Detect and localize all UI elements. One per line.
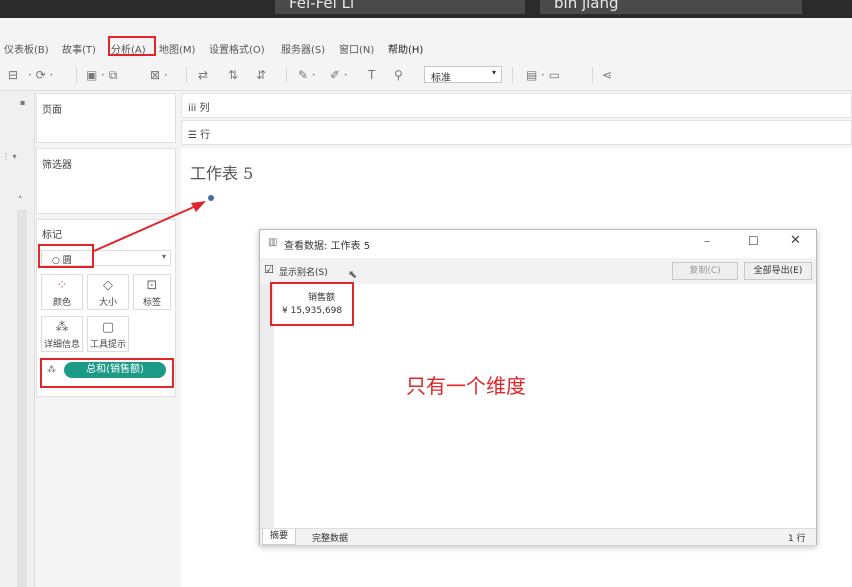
export-all-button[interactable]: 全部导出(E) <box>744 262 812 280</box>
annotation-text: 只有一个维度 <box>406 374 526 398</box>
checkbox-checked-icon[interactable]: ☑ <box>264 263 274 276</box>
maximize-icon[interactable]: ☐ <box>748 234 759 248</box>
copy-button[interactable]: 复制(C) <box>672 262 738 280</box>
row-count: 1 行 <box>788 534 806 544</box>
close-icon[interactable]: ✕ <box>790 233 801 248</box>
data-grid[interactable]: 销售额 ¥ 15,935,698 <box>274 284 816 528</box>
table-icon: ▥ <box>268 237 278 248</box>
highlight-data-cell <box>270 282 354 326</box>
view-data-dialog: ▥ 查看数据: 工作表 5 – ☐ ✕ ☑ 显示别名(S) ⬉ 复制(C) 全部… <box>259 229 817 545</box>
tab-full-data[interactable]: 完整数据 <box>312 531 348 544</box>
dialog-title: 查看数据: 工作表 5 <box>284 241 371 252</box>
mouse-cursor-icon: ⬉ <box>348 268 358 281</box>
dialog-statusbar: 摘要 完整数据 1 行 <box>260 528 816 545</box>
minimize-icon[interactable]: – <box>704 234 710 248</box>
dialog-titlebar: ▥ 查看数据: 工作表 5 – ☐ ✕ <box>260 230 816 258</box>
tab-summary[interactable]: 摘要 <box>262 529 296 545</box>
show-alias-label[interactable]: 显示别名(S) <box>279 265 328 278</box>
